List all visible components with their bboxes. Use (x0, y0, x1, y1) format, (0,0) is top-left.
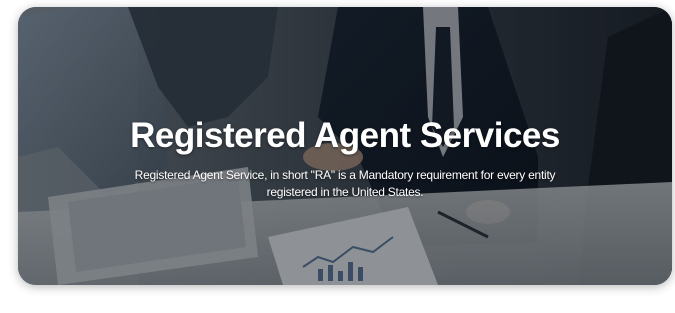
hero-title: Registered Agent Services (130, 116, 560, 155)
hero-banner: Registered Agent Services Registered Age… (18, 7, 672, 285)
hero-description: Registered Agent Service, in short "RA" … (134, 168, 556, 199)
page: Registered Agent Services Registered Age… (0, 0, 675, 313)
hero-content: Registered Agent Services Registered Age… (18, 115, 672, 201)
